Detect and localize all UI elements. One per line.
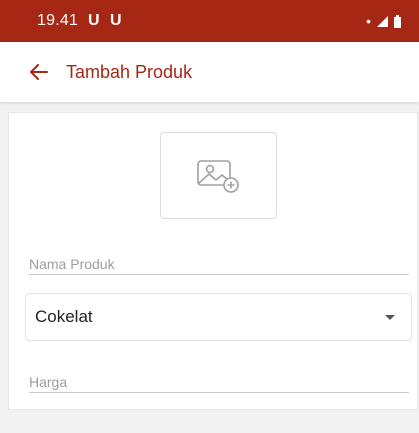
price-field[interactable]: Harga — [29, 372, 409, 393]
battery-icon — [394, 14, 401, 28]
status-dot: • — [366, 13, 371, 29]
status-time: 19.41 — [37, 12, 79, 29]
status-bar: 19.41 U U • — [0, 0, 419, 42]
app-bar: Tambah Produk — [0, 42, 419, 102]
signal-icon — [377, 15, 388, 27]
notification-icons: U U — [88, 12, 125, 29]
image-picker-button[interactable] — [160, 132, 277, 219]
category-selected-value: Cokelat — [35, 307, 93, 326]
caret-down-icon — [385, 314, 395, 320]
price-placeholder: Harga — [29, 374, 68, 390]
add-image-icon — [196, 159, 239, 193]
product-form-card: Nama Produk Cokelat Harga — [8, 112, 418, 410]
back-button[interactable] — [28, 61, 50, 83]
status-indicators: • — [366, 13, 401, 29]
product-name-field[interactable]: Nama Produk — [29, 256, 409, 275]
product-name-placeholder: Nama Produk — [29, 256, 115, 272]
page-title: Tambah Produk — [66, 61, 193, 82]
category-dropdown[interactable]: Cokelat — [25, 293, 412, 341]
arrow-left-icon — [30, 64, 48, 80]
